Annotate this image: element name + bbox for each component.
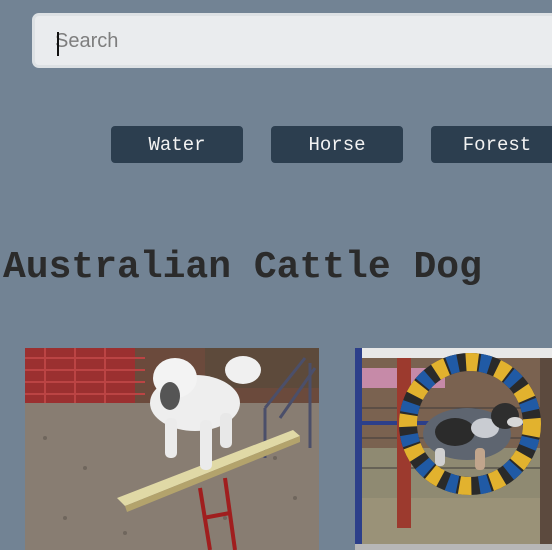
gallery-image-poodle[interactable]: [25, 348, 319, 550]
tire-jump-photo: [355, 348, 552, 550]
filter-button-water[interactable]: Water: [111, 126, 243, 163]
gallery-image-tire-jump[interactable]: [355, 348, 552, 550]
page-title: Australian Cattle Dog: [3, 246, 482, 289]
poodle-seesaw-photo: [25, 348, 319, 550]
filter-button-forest[interactable]: Forest: [431, 126, 552, 163]
search-input[interactable]: [55, 26, 545, 56]
text-caret: [57, 32, 59, 56]
filter-button-horse[interactable]: Horse: [271, 126, 403, 163]
search-bar[interactable]: [32, 13, 552, 68]
